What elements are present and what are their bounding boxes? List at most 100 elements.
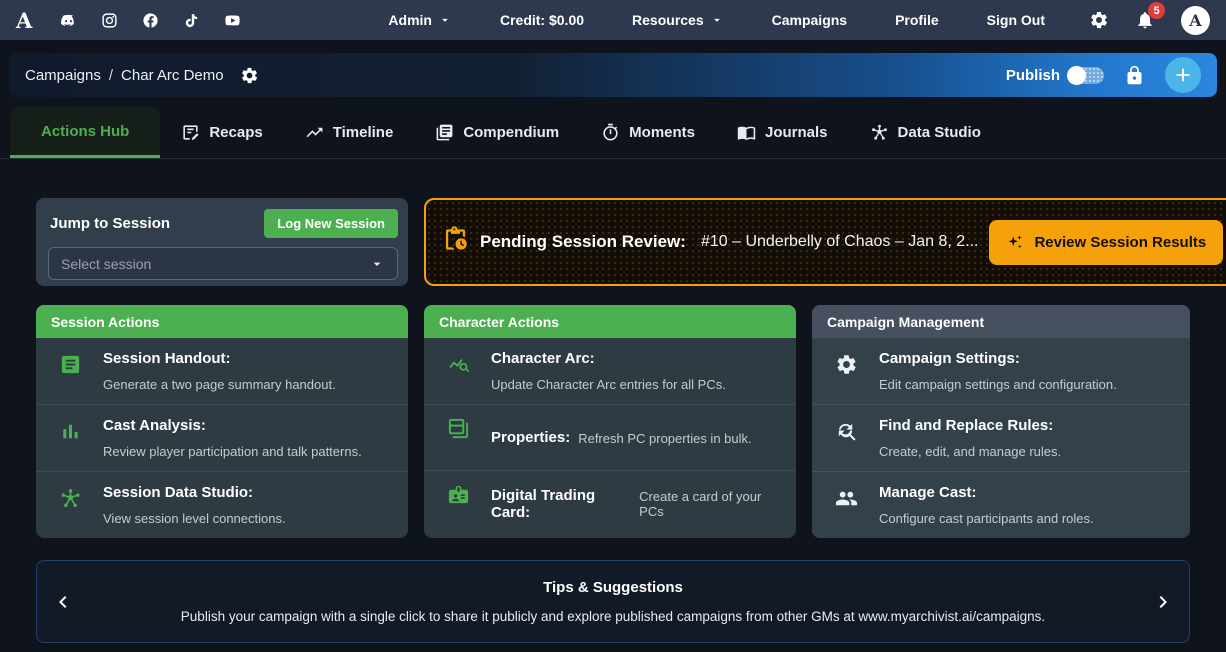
action-cast-analysis[interactable]: Cast Analysis: Review player participatio… xyxy=(36,404,408,471)
tab-actions-hub[interactable]: Actions Hub xyxy=(10,107,160,158)
card-session-actions: Session Actions Session Handout: Generate … xyxy=(36,305,408,538)
action-title: Properties: xyxy=(491,429,570,446)
card-character-actions: Character ActionsCharacter Arc:Update Ch… xyxy=(424,305,796,538)
action-campaign-settings[interactable]: Campaign Settings:Edit campaign settings… xyxy=(812,338,1190,404)
breadcrumb-separator: / xyxy=(109,67,113,84)
carousel-prev-button[interactable] xyxy=(51,590,75,614)
action-character-arc[interactable]: Character Arc:Update Character Arc entri… xyxy=(424,338,796,404)
campaign-settings-button[interactable] xyxy=(240,66,259,85)
tab-recaps[interactable]: Recaps xyxy=(160,107,283,158)
tab-label: Timeline xyxy=(333,124,394,141)
social-links xyxy=(60,12,241,29)
id-card-icon-wrap xyxy=(447,483,470,524)
top-nav-links: Admin Credit: $0.00 Resources Campaigns … xyxy=(388,12,1045,28)
action-session-data-studio[interactable]: Session Data Studio:View session level c… xyxy=(36,471,408,538)
carousel-next-button[interactable] xyxy=(1151,590,1175,614)
campaign-header-bar: Campaigns / Char Arc Demo Publish xyxy=(9,53,1217,97)
action-cards: Session Actions Session Handout: Generate … xyxy=(36,305,1190,538)
discord-icon xyxy=(60,12,77,29)
card-campaign-management: Campaign Management Campaign Settings:Edi… xyxy=(812,305,1190,538)
action-title: Find and Replace Rules: xyxy=(879,417,1061,434)
gear-icon xyxy=(1089,10,1109,30)
card-title: Campaign Management xyxy=(827,314,984,330)
facebook-icon xyxy=(142,12,159,29)
tab-timeline[interactable]: Timeline xyxy=(284,107,415,158)
settings-gear-button[interactable] xyxy=(1089,10,1109,30)
chevron-right-icon xyxy=(1151,590,1175,614)
card-body: Character Arc:Update Character Arc entri… xyxy=(424,338,796,536)
admin-menu[interactable]: Admin xyxy=(388,12,452,28)
action-description: Review player participation and talk pat… xyxy=(103,444,362,459)
pending-session-review-banner: Pending Session Review: #10 – Underbelly… xyxy=(424,198,1226,286)
app-logo[interactable]: A xyxy=(16,8,32,33)
action-title: Campaign Settings: xyxy=(879,350,1117,367)
discord-link[interactable] xyxy=(60,12,77,29)
network-icon xyxy=(59,487,82,510)
privacy-lock-button[interactable] xyxy=(1124,65,1145,86)
action-description: Create, edit, and manage rules. xyxy=(879,444,1061,459)
action-digital-trading-card[interactable]: Digital Trading Card:Create a card of yo… xyxy=(424,470,796,536)
id-card-icon xyxy=(447,483,470,506)
nav-campaigns[interactable]: Campaigns xyxy=(772,12,847,28)
user-avatar[interactable]: A xyxy=(1181,6,1210,35)
tab-moments[interactable]: Moments xyxy=(580,107,716,158)
bar-chart-icon-wrap xyxy=(59,420,82,459)
people-icon xyxy=(835,487,858,510)
tips-title: Tips & Suggestions xyxy=(543,579,683,596)
action-title: Digital Trading Card: xyxy=(491,487,631,521)
nav-profile[interactable]: Profile xyxy=(895,12,939,28)
sparkles-icon xyxy=(1006,233,1025,252)
timeline-icon xyxy=(305,123,324,142)
tab-data-studio[interactable]: Data Studio xyxy=(849,107,1002,158)
tab-compendium[interactable]: Compendium xyxy=(414,107,580,158)
tips-carousel: Tips & Suggestions Publish your campaign… xyxy=(36,560,1190,643)
action-title: Session Handout: xyxy=(103,350,336,367)
clipboard-clock-icon xyxy=(442,226,469,253)
credit-balance[interactable]: Credit: $0.00 xyxy=(500,12,584,28)
columns-icon-wrap xyxy=(447,417,470,458)
find-replace-icon xyxy=(835,420,858,443)
action-session-handout[interactable]: Session Handout: Generate a two page summ… xyxy=(36,338,408,404)
compendium-icon xyxy=(435,123,454,142)
review-button-label: Review Session Results xyxy=(1034,234,1206,251)
chart-search-icon-wrap xyxy=(447,353,470,392)
nav-sign-out[interactable]: Sign Out xyxy=(987,12,1045,28)
tab-label: Compendium xyxy=(463,124,559,141)
columns-icon xyxy=(447,417,470,440)
publish-toggle[interactable]: Publish xyxy=(1006,67,1104,84)
youtube-link[interactable] xyxy=(224,12,241,29)
action-description: Generate a two page summary handout. xyxy=(103,377,336,392)
action-properties[interactable]: Properties:Refresh PC properties in bulk… xyxy=(424,404,796,470)
main-content: Jump to Session Log New Session Select s… xyxy=(0,198,1226,643)
facebook-link[interactable] xyxy=(142,12,159,29)
journals-icon xyxy=(737,123,756,142)
review-session-results-button[interactable]: Review Session Results xyxy=(989,220,1223,265)
instagram-link[interactable] xyxy=(101,12,118,29)
recaps-icon xyxy=(181,123,200,142)
tab-label: Moments xyxy=(629,124,695,141)
instagram-icon xyxy=(101,12,118,29)
tiktok-icon xyxy=(183,12,200,29)
tab-journals[interactable]: Journals xyxy=(716,107,849,158)
moments-icon xyxy=(601,123,620,142)
document-icon xyxy=(59,353,82,376)
action-find-and-replace-rules[interactable]: Find and Replace Rules: Create, edit, and… xyxy=(812,404,1190,471)
gear-icon-wrap xyxy=(835,353,858,392)
chevron-down-icon xyxy=(710,13,724,27)
resources-menu[interactable]: Resources xyxy=(632,12,724,28)
youtube-icon xyxy=(224,12,241,29)
action-manage-cast[interactable]: Manage Cast:Configure cast participants … xyxy=(812,471,1190,538)
session-select[interactable]: Select session xyxy=(48,247,398,280)
breadcrumb-campaigns[interactable]: Campaigns xyxy=(25,67,101,84)
notifications-button[interactable]: 5 xyxy=(1135,10,1155,30)
action-description: View session level connections. xyxy=(103,511,286,526)
add-button[interactable] xyxy=(1165,57,1201,93)
people-icon-wrap xyxy=(835,487,858,526)
tiktok-link[interactable] xyxy=(183,12,200,29)
tab-label: Journals xyxy=(765,124,828,141)
card-header: Session Actions xyxy=(36,305,408,338)
top-navigation-bar: A Admin Credit: $0.00 Resources Campaign… xyxy=(0,0,1226,40)
action-title: Cast Analysis: xyxy=(103,417,362,434)
log-new-session-button[interactable]: Log New Session xyxy=(264,209,398,238)
top-icon-group: 5 A xyxy=(1089,6,1210,35)
